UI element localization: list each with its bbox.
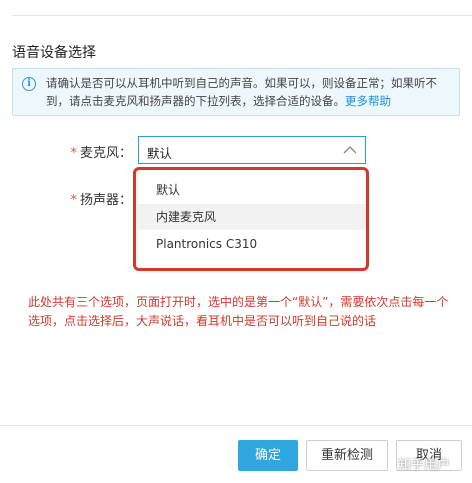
microphone-select-value: 默认	[147, 146, 173, 161]
microphone-label: * 麦克风：	[70, 142, 132, 161]
more-help-link[interactable]: 更多帮助	[345, 94, 391, 108]
option-plantronics[interactable]: Plantronics C310	[138, 231, 366, 257]
confirm-button[interactable]: 确定	[238, 440, 298, 471]
speaker-label-text: 扬声器：	[79, 193, 132, 208]
redetect-button[interactable]: 重新检测	[306, 440, 388, 471]
info-banner: i 请确认是否可以从耳机中听到自己的声音。如果可以，则设备正常；如果听不到，请点…	[12, 68, 460, 116]
option-default[interactable]: 默认	[138, 177, 366, 203]
required-mark: *	[70, 193, 77, 208]
top-divider	[12, 15, 472, 16]
microphone-select[interactable]: 默认	[138, 136, 366, 164]
speaker-label: * 扬声器：	[70, 189, 132, 208]
option-builtin-mic[interactable]: 内建麦克风	[138, 204, 366, 230]
required-mark: *	[70, 146, 77, 161]
info-icon: i	[22, 77, 36, 91]
info-text: 请确认是否可以从耳机中听到自己的声音。如果可以，则设备正常；如果听不到，请点击麦…	[46, 74, 456, 110]
watermark: 知乎用户	[398, 458, 451, 473]
microphone-label-text: 麦克风：	[79, 146, 132, 161]
microphone-dropdown-menu: 默认 内建麦克风 Plantronics C310	[138, 164, 366, 270]
footer-divider	[0, 425, 472, 426]
annotation-text: 此处共有三个选项，页面打开时，选中的是第一个“默认”，需要依次点击每一个选项，点…	[28, 295, 449, 328]
section-title: 语音设备选择	[12, 45, 96, 61]
chevron-up-icon	[343, 146, 357, 154]
